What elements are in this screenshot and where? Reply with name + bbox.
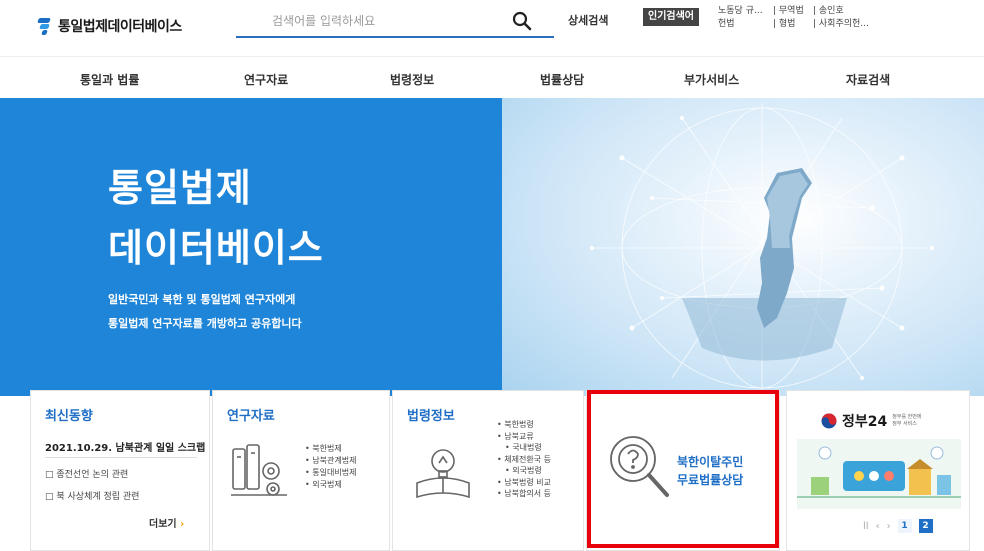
popular-keyword[interactable]: 노동당 규... — [718, 5, 773, 18]
more-link-label: 더보기 — [149, 519, 177, 530]
law-info-title: 법령정보 — [407, 409, 455, 424]
hero-subtitle-line2: 통일법제 연구자료를 개방하고 공유합니다 — [108, 317, 302, 330]
divider — [45, 457, 197, 458]
popular-keywords-list: 노동당 규... | 무역법 | 송인호 헌법 | 형법 | 사회주의헌... — [718, 5, 918, 31]
consult-line1: 북한이탈주민 — [677, 455, 744, 469]
hero-subtitle-line1: 일반국민과 북한 및 통일법제 연구자에게 — [108, 293, 296, 306]
taegeuk-icon — [821, 413, 837, 429]
research-item[interactable]: 북한법제 — [305, 443, 356, 455]
logo-icon — [36, 17, 52, 35]
network-globe-illustration — [590, 103, 934, 396]
pause-icon[interactable]: ll — [863, 521, 869, 532]
lightbulb-book-icon — [416, 449, 470, 499]
search-input[interactable] — [236, 8, 496, 34]
nav-item-data-search[interactable]: 자료검색 — [846, 71, 890, 88]
consult-line2: 무료법률상담 — [677, 473, 744, 487]
quick-menu-cards: 최신동향 2021.10.29. 남북관계 일일 스크랩 □ 종전선언 논의 관… — [0, 390, 984, 551]
gov24-tagline: 정부를 한번에 정부 서비스 — [892, 414, 921, 428]
popular-keyword[interactable]: 헌법 — [718, 18, 773, 31]
gov24-name: 정부24 — [842, 414, 888, 430]
site-logo[interactable]: 통일법제데이터베이스 — [36, 16, 182, 36]
gov24-banner-card[interactable]: 정부24 정부를 한번에 정부 서비스 ll ‹ › 1 2 — [786, 390, 970, 551]
nav-item-law-info[interactable]: 법령정보 — [390, 71, 434, 88]
research-item[interactable]: 통일대비법제 — [305, 467, 356, 479]
research-title: 연구자료 — [227, 409, 275, 424]
chevron-left-icon[interactable]: ‹ — [876, 521, 880, 532]
popular-keyword[interactable]: | 무역법 — [773, 5, 813, 18]
page-button[interactable]: 1 — [897, 519, 912, 533]
chevron-right-icon: › — [180, 519, 185, 530]
news-item[interactable]: □ 북 사상체계 정립 관련 — [45, 489, 139, 502]
hero-subtitle: 일반국민과 북한 및 통일법제 연구자에게 통일법제 연구자료를 개방하고 공유… — [108, 288, 302, 336]
documents-gear-icon — [231, 444, 287, 496]
hero-banner: 통일법제 데이터베이스 일반국민과 북한 및 통일법제 연구자에게 통일법제 연… — [0, 98, 984, 396]
hero-graphic — [502, 98, 984, 396]
gov24-services-illustration — [797, 439, 961, 509]
search-button[interactable] — [512, 11, 532, 31]
gov24-tagline-line2: 정부 서비스 — [892, 421, 917, 427]
news-headline[interactable]: 2021.10.29. 남북관계 일일 스크랩 — [45, 439, 205, 454]
search-bar — [236, 8, 554, 38]
banner-pager: ll ‹ › 1 2 — [863, 519, 933, 533]
law-info-item[interactable]: 체제전환국 등 — [497, 454, 551, 466]
header: 통일법제데이터베이스 상세검색 인기검색어 노동당 규... | 무역법 | 송… — [0, 0, 984, 56]
popular-keyword[interactable]: | 사회주의헌... — [813, 18, 869, 31]
news-item[interactable]: □ 종전선언 논의 관련 — [45, 467, 128, 480]
popular-keyword[interactable]: | 형법 — [773, 18, 813, 31]
defector-legal-consult-card[interactable]: 북한이탈주민 무료법률상담 — [586, 390, 780, 551]
main-nav: 통일과 법률 연구자료 법령정보 법률상담 부가서비스 자료검색 — [0, 56, 984, 98]
research-card[interactable]: 연구자료 북한법제 남북관계법제 통일대비법제 외국법제 — [212, 390, 390, 551]
detail-search-link[interactable]: 상세검색 — [568, 12, 608, 28]
latest-news-title: 최신동향 — [45, 409, 93, 424]
gov24-logo: 정부24 정부를 한번에 정부 서비스 — [821, 411, 921, 431]
research-list: 북한법제 남북관계법제 통일대비법제 외국법제 — [305, 443, 356, 491]
hero-title-line1: 통일법제 — [108, 166, 252, 210]
law-info-list: 북한법령 남북교류 국내법령 체제전환국 등 외국법령 남북법령 비교 남북합의… — [497, 419, 551, 500]
consult-text: 북한이탈주민 무료법률상담 — [677, 453, 743, 489]
law-info-item[interactable]: 남북법령 비교 — [497, 477, 551, 489]
hero-title: 통일법제 데이터베이스 — [108, 158, 324, 278]
law-info-item[interactable]: 북한법령 — [497, 419, 551, 431]
popular-keyword[interactable]: | 송인호 — [813, 5, 844, 18]
nav-item-research[interactable]: 연구자료 — [244, 71, 288, 88]
popular-keywords-badge: 인기검색어 — [643, 8, 699, 26]
hero-title-line2: 데이터베이스 — [108, 226, 324, 270]
search-icon — [512, 11, 532, 31]
research-item[interactable]: 외국법제 — [305, 479, 356, 491]
research-item[interactable]: 남북관계법제 — [305, 455, 356, 467]
nav-item-legal-consult[interactable]: 법률상담 — [540, 71, 584, 88]
page-button-active[interactable]: 2 — [918, 519, 933, 533]
magnifier-question-icon — [610, 436, 669, 497]
chevron-right-icon[interactable]: › — [887, 521, 891, 532]
latest-news-card: 최신동향 2021.10.29. 남북관계 일일 스크랩 □ 종전선언 논의 관… — [30, 390, 210, 551]
law-info-item[interactable]: 남북교류 — [497, 431, 551, 443]
law-info-item[interactable]: 국내법령 — [497, 442, 551, 454]
law-info-item[interactable]: 남북합의서 등 — [497, 488, 551, 500]
nav-item-extra-services[interactable]: 부가서비스 — [684, 71, 739, 88]
gov24-tagline-line1: 정부를 한번에 — [892, 414, 922, 420]
nav-item-unification-law[interactable]: 통일과 법률 — [80, 71, 139, 88]
law-info-card[interactable]: 법령정보 북한법령 남북교류 국내법령 체제전환국 등 외국법령 남북법령 비교… — [392, 390, 584, 551]
law-info-item[interactable]: 외국법령 — [497, 465, 551, 477]
logo-text: 통일법제데이터베이스 — [58, 19, 182, 35]
more-link[interactable]: 더보기 › — [149, 515, 184, 530]
